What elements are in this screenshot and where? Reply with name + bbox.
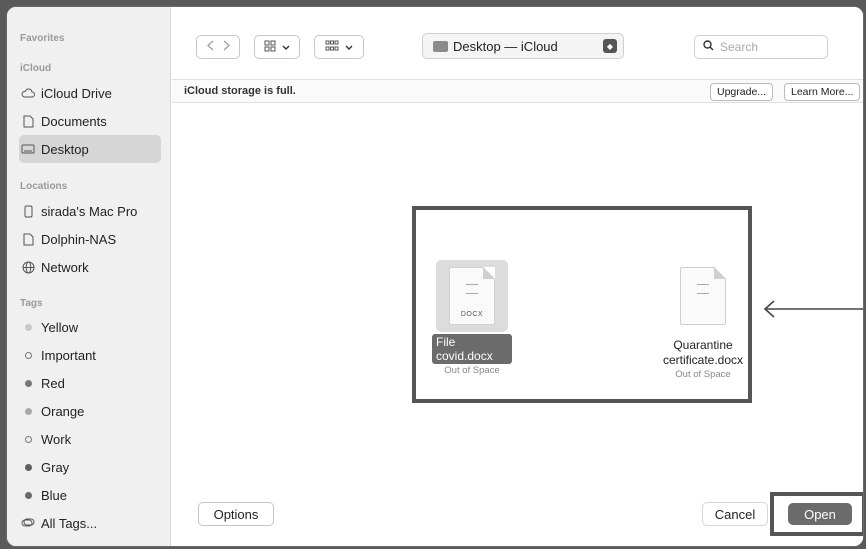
- document-icon: [21, 232, 35, 246]
- open-file-dialog: Favorites iCloud iCloud Drive Documents …: [6, 6, 864, 547]
- sidebar-tag-red[interactable]: Red: [19, 369, 161, 397]
- options-button[interactable]: Options: [198, 502, 274, 526]
- sidebar-item-label: All Tags...: [41, 515, 98, 531]
- sidebar-tag-gray[interactable]: Gray: [19, 453, 161, 481]
- chevron-updown-icon: ◆: [603, 39, 617, 53]
- document-icon: [21, 114, 35, 128]
- main-pane: Desktop — iCloud ◆ Search iCloud storage…: [172, 7, 863, 546]
- tag-dot-icon: [25, 379, 32, 387]
- sidebar-item-label: Dolphin-NAS: [41, 231, 117, 247]
- sidebar-item-label: Network: [41, 259, 89, 275]
- sidebar-tag-important[interactable]: Important: [19, 341, 161, 369]
- group-grid-icon: [325, 40, 339, 55]
- sidebar-heading-locations: Locations: [20, 181, 68, 192]
- computer-icon: [21, 204, 35, 218]
- sidebar-all-tags[interactable]: All Tags...: [19, 509, 161, 537]
- sidebar-item-label: Documents: [41, 113, 107, 129]
- sidebar-item-network[interactable]: Network: [19, 253, 161, 281]
- sidebar-item-label: iCloud Drive: [41, 85, 112, 101]
- storage-full-message: iCloud storage is full.: [184, 85, 296, 97]
- sidebar-item-dolphin-nas[interactable]: Dolphin-NAS: [19, 225, 161, 253]
- sidebar-item-label: Yellow: [41, 319, 79, 335]
- file-status: Out of Space: [444, 365, 500, 376]
- search-field[interactable]: Search: [694, 35, 828, 59]
- annotation-highlight-box: Open: [770, 492, 863, 536]
- docx-file-icon: [680, 267, 726, 325]
- view-mode-button[interactable]: [254, 35, 300, 59]
- search-icon: [703, 40, 714, 54]
- back-forward-buttons[interactable]: [196, 35, 240, 59]
- sidebar-tag-orange[interactable]: Orange: [19, 397, 161, 425]
- tag-dot-icon: [25, 407, 32, 415]
- upgrade-button[interactable]: Upgrade...: [710, 83, 774, 101]
- group-button[interactable]: [314, 35, 364, 59]
- cancel-button[interactable]: Cancel: [702, 502, 768, 526]
- file-name[interactable]: Quarantine certificate.docx: [653, 338, 753, 368]
- search-placeholder: Search: [720, 40, 759, 54]
- chevron-down-icon: [282, 40, 290, 54]
- file-name[interactable]: File covid.docx: [432, 334, 512, 364]
- cloud-icon: [21, 86, 35, 100]
- location-popup[interactable]: Desktop — iCloud ◆: [422, 33, 624, 59]
- file-thumbnail[interactable]: DOCX: [436, 260, 508, 332]
- sidebar-item-label: Work: [41, 431, 72, 447]
- file-item[interactable]: DOCX File covid.docx Out of Space: [432, 260, 512, 376]
- sidebar-tag-blue[interactable]: Blue: [19, 481, 161, 509]
- sidebar-heading-tags: Tags: [20, 298, 43, 309]
- tag-dot-icon: [25, 491, 32, 499]
- sidebar-heading-favorites: Favorites: [20, 33, 65, 44]
- file-type-badge: DOCX: [460, 311, 484, 318]
- sidebar-item-mac-pro[interactable]: sirada's Mac Pro: [19, 197, 161, 225]
- storage-banner: iCloud storage is full. Upgrade... Learn…: [172, 79, 863, 103]
- tag-dot-icon: [25, 351, 32, 359]
- tag-dot-icon: [25, 323, 32, 331]
- file-browser: DOCX File covid.docx Out of Space Quaran…: [172, 104, 863, 490]
- sidebar-tag-yellow[interactable]: Yellow: [19, 313, 161, 341]
- globe-icon: [21, 260, 35, 274]
- learn-more-button[interactable]: Learn More...: [784, 83, 861, 101]
- sidebar-item-documents[interactable]: Documents: [19, 107, 161, 135]
- tags-icon: [21, 516, 35, 530]
- tag-dot-icon: [25, 463, 32, 471]
- sidebar-item-label: Gray: [41, 459, 70, 475]
- sidebar-item-label: Red: [41, 375, 65, 391]
- sidebar-item-icloud-drive[interactable]: iCloud Drive: [19, 79, 161, 107]
- file-item[interactable]: Quarantine certificate.docx Out of Space: [648, 260, 758, 380]
- chevron-left-icon[interactable]: [206, 40, 214, 54]
- sidebar-heading-icloud: iCloud: [20, 63, 52, 74]
- sidebar-item-label: Orange: [41, 403, 85, 419]
- sidebar-item-label: Important: [41, 347, 96, 363]
- dialog-footer: Options Cancel Open: [172, 490, 863, 546]
- folder-icon: [433, 40, 448, 52]
- toolbar: Desktop — iCloud ◆ Search: [172, 7, 863, 79]
- grid-icon: [264, 40, 276, 55]
- sidebar: Favorites iCloud iCloud Drive Documents …: [7, 7, 171, 546]
- desktop-icon: [21, 142, 35, 156]
- sidebar-item-label: Desktop: [41, 141, 89, 157]
- annotation-arrow-icon: [762, 299, 863, 319]
- chevron-right-icon[interactable]: [223, 40, 230, 54]
- chevron-down-icon: [345, 40, 353, 54]
- sidebar-tag-work[interactable]: Work: [19, 425, 161, 453]
- sidebar-item-label: sirada's Mac Pro: [41, 203, 138, 219]
- tag-dot-icon: [25, 435, 32, 443]
- file-thumbnail[interactable]: [667, 260, 739, 332]
- open-button[interactable]: Open: [788, 503, 852, 525]
- sidebar-item-label: Blue: [41, 487, 68, 503]
- file-status: Out of Space: [675, 369, 731, 380]
- docx-file-icon: DOCX: [449, 267, 495, 325]
- sidebar-item-desktop[interactable]: Desktop: [19, 135, 161, 163]
- location-label: Desktop — iCloud: [453, 38, 558, 54]
